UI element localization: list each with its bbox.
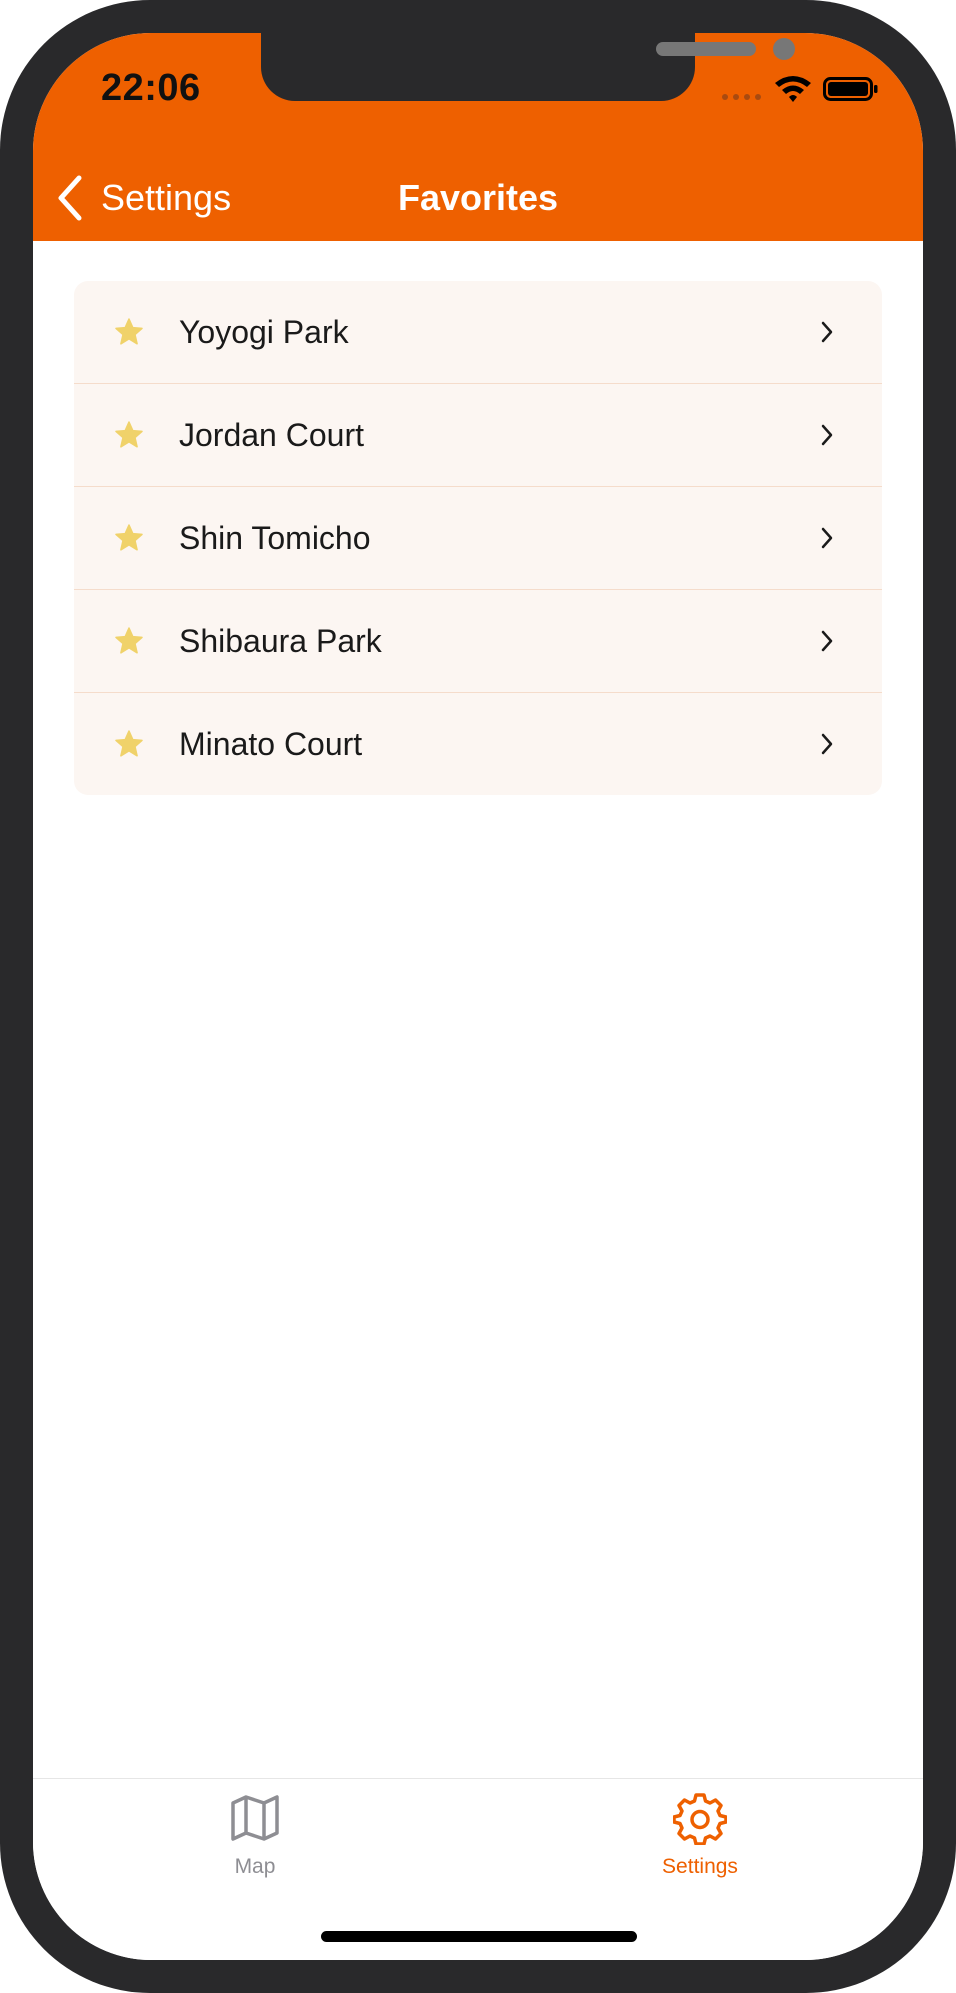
chevron-left-icon — [58, 175, 82, 221]
back-button-label: Settings — [101, 177, 232, 218]
favorite-name: Minato Court — [179, 725, 363, 762]
speaker-grille — [656, 42, 756, 56]
device-frame: 22:06 Settings Favorites Yoyogi Park Jor… — [0, 0, 956, 1993]
tab-settings[interactable]: Settings — [600, 1791, 800, 1901]
favorite-name: Jordan Court — [179, 416, 364, 453]
screen: 22:06 Settings Favorites Yoyogi Park Jor… — [33, 33, 923, 1960]
star-icon — [115, 524, 143, 551]
front-camera — [773, 38, 795, 60]
battery-icon — [823, 77, 878, 101]
chevron-right-icon — [821, 733, 833, 755]
favorite-row[interactable]: Yoyogi Park — [74, 281, 882, 384]
favorite-row[interactable]: Jordan Court — [74, 384, 882, 487]
gear-icon — [673, 1793, 727, 1845]
chevron-right-icon — [821, 527, 833, 549]
chevron-right-icon — [821, 630, 833, 652]
favorite-name: Shibaura Park — [179, 622, 382, 659]
wifi-icon — [775, 76, 811, 102]
star-icon — [115, 421, 143, 448]
tab-map-label: Map — [234, 1855, 276, 1878]
device-notch — [261, 33, 795, 101]
cellular-signal-icon — [722, 94, 761, 100]
star-icon — [115, 318, 143, 345]
status-time: 22:06 — [101, 67, 201, 109]
favorite-row[interactable]: Shin Tomicho — [74, 487, 882, 590]
chevron-right-icon — [821, 321, 833, 343]
star-icon — [115, 730, 143, 757]
tab-settings-label: Settings — [662, 1855, 738, 1878]
tab-map[interactable]: Map — [155, 1791, 355, 1901]
favorite-name: Shin Tomicho — [179, 519, 371, 556]
favorite-name: Yoyogi Park — [179, 313, 349, 350]
star-icon — [115, 627, 143, 654]
home-indicator — [321, 1931, 637, 1942]
favorite-row[interactable]: Minato Court — [74, 693, 882, 795]
back-button[interactable]: Settings — [51, 163, 231, 233]
chevron-right-icon — [821, 424, 833, 446]
favorites-list: Yoyogi Park Jordan Court Shin Tomicho Sh… — [74, 281, 882, 795]
map-icon — [231, 1795, 279, 1841]
favorite-row[interactable]: Shibaura Park — [74, 590, 882, 693]
